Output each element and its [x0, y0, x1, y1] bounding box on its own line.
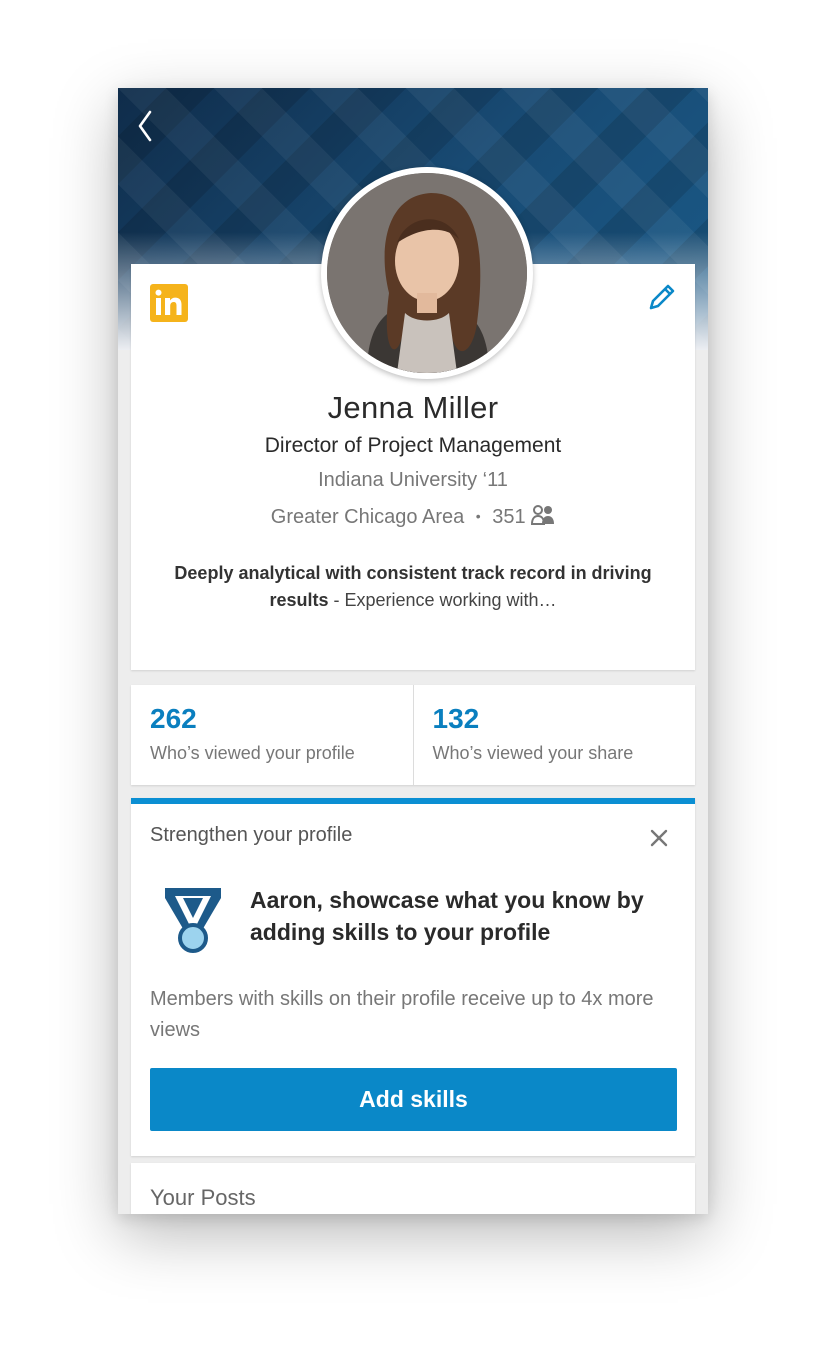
- add-skills-button[interactable]: Add skills: [150, 1068, 677, 1131]
- stat-label: Who’s viewed your profile: [150, 743, 355, 763]
- strengthen-profile-card: Strengthen your profile Aaron, showcase …: [131, 798, 695, 1156]
- profile-name: Jenna Miller: [327, 390, 499, 425]
- profile-summary[interactable]: Deeply analytical with consistent track …: [171, 560, 655, 614]
- profile-card: Jenna Miller Director of Project Managem…: [131, 167, 695, 670]
- phone-screen: Jenna Miller Director of Project Managem…: [118, 88, 708, 1214]
- back-button[interactable]: [132, 106, 162, 146]
- avatar: [327, 173, 527, 373]
- separator-dot: •: [475, 508, 481, 524]
- skills-description: Members with skills on their profile rec…: [150, 988, 654, 1041]
- stat-profile-views[interactable]: 262 Who’s viewed your profile: [131, 685, 413, 785]
- location-row: Greater Chicago Area • 351: [131, 505, 695, 529]
- close-icon: [650, 829, 668, 847]
- profile-location: Greater Chicago Area: [270, 506, 465, 528]
- profile-school: Indiana University ‘11: [318, 469, 508, 491]
- medal-icon: [165, 888, 221, 953]
- skills-prompt: Aaron, showcase what you know by adding …: [250, 887, 644, 945]
- summary-rest: - Experience working with…: [328, 590, 557, 610]
- dismiss-button[interactable]: [649, 828, 669, 848]
- pencil-icon: [649, 284, 675, 310]
- stat-label: Who’s viewed your share: [432, 743, 634, 763]
- chevron-left-icon: [138, 110, 152, 142]
- stat-value: 132: [432, 703, 480, 734]
- profile-photo[interactable]: [321, 167, 533, 379]
- posts-card: Your Posts: [131, 1163, 695, 1214]
- stat-value: 262: [150, 703, 197, 734]
- strengthen-title: Strengthen your profile: [150, 824, 353, 846]
- stat-share-views[interactable]: 132 Who’s viewed your share: [412, 685, 696, 785]
- linkedin-logo-icon: [150, 284, 188, 322]
- stats-card: 262 Who’s viewed your profile 132 Who’s …: [131, 685, 695, 785]
- profile-headline: Director of Project Management: [264, 434, 562, 457]
- connections-icon: [531, 505, 555, 525]
- edit-profile-button[interactable]: [645, 280, 679, 314]
- posts-title: Your Posts: [150, 1185, 256, 1210]
- connections-count[interactable]: 351: [492, 506, 525, 528]
